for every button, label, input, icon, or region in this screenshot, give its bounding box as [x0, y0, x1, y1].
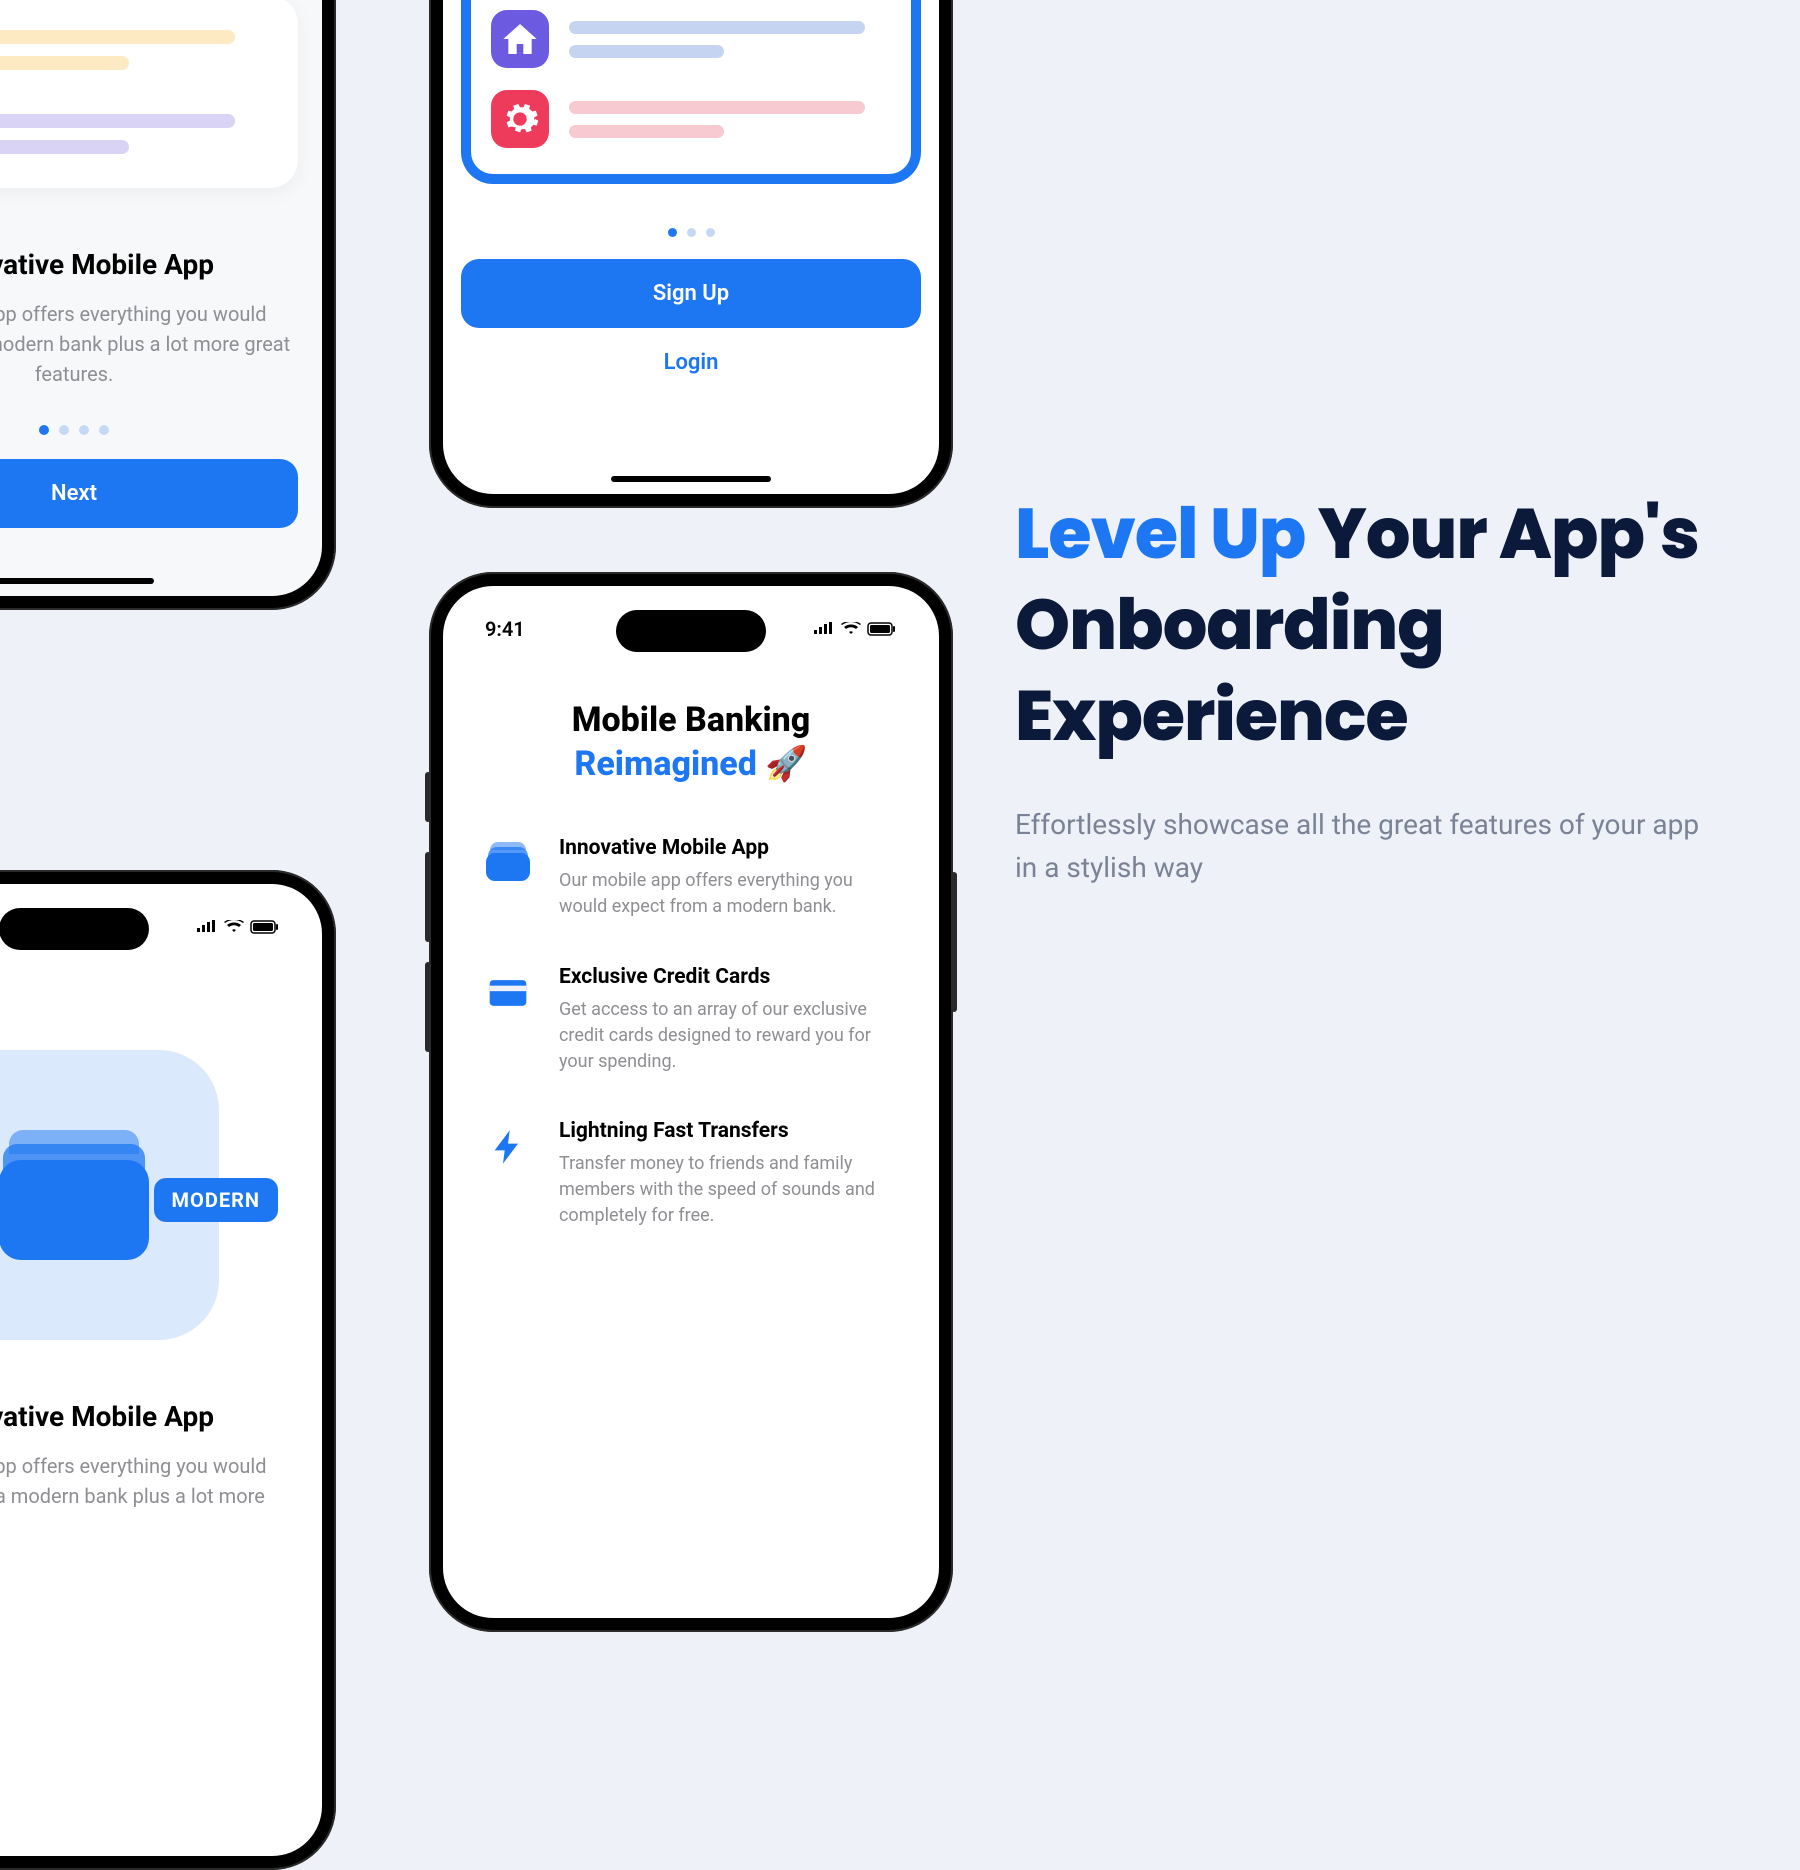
status-time: 9:41 — [485, 617, 525, 641]
modern-badge: MODERN — [154, 1178, 278, 1222]
placeholder-line — [0, 114, 235, 128]
feature-title: Exclusive Credit Cards — [559, 965, 899, 989]
feature-title: Innovative Mobile App — [559, 836, 899, 860]
feature-body: Our mobile app offers everything you wou… — [559, 868, 899, 920]
placeholder-line — [0, 56, 129, 70]
mockup-phone-4: 9:41 Mobile Banking Reimagined 🚀 — [429, 572, 953, 1632]
onboarding-card — [0, 0, 298, 188]
feature-title: Lightning Fast Transfers — [559, 1119, 899, 1143]
status-right — [813, 622, 897, 636]
wallet-icon — [0, 1130, 149, 1260]
placeholder-line — [0, 30, 235, 44]
feature-body: Get access to an array of our exclusive … — [559, 997, 899, 1075]
mockup-phone-1: Innovative Mobile App Our mobile app off… — [0, 0, 336, 610]
wallet-icon — [483, 836, 533, 920]
feature-body: Transfer money to friends and family mem… — [559, 1151, 899, 1229]
placeholder-line — [569, 21, 865, 34]
hero-subtitle: Effortlessly showcase all the great feat… — [1015, 803, 1715, 890]
signup-button[interactable]: Sign Up — [461, 259, 921, 328]
bolt-icon — [483, 1119, 533, 1229]
mockup-phone-2: Sign Up Login — [429, 0, 953, 508]
placeholder-line — [569, 45, 724, 58]
hero-title: Mobile Banking Reimagined 🚀 — [443, 698, 939, 786]
placeholder-line — [569, 125, 724, 138]
house-icon — [491, 10, 549, 68]
login-button[interactable]: Login — [461, 328, 921, 397]
hero-title-accent: Level Up — [1015, 484, 1305, 583]
gear-icon — [491, 90, 549, 148]
credit-card-icon — [483, 965, 533, 1075]
onboarding-heading: Innovative Mobile App — [0, 1400, 292, 1433]
onboarding-body: Our mobile app offers everything you wou… — [0, 1451, 292, 1511]
hero-title: Level Up Your App's Onboarding Experienc… — [1015, 488, 1715, 761]
mockup-phone-3: 9:41 MODERN Innovative Mobile App Our mo… — [0, 870, 336, 1870]
onboarding-body: Our mobile app offers everything you wou… — [0, 299, 292, 389]
next-button[interactable]: Next — [0, 459, 298, 528]
placeholder-line — [569, 101, 865, 114]
hero-text-block: Level Up Your App's Onboarding Experienc… — [1015, 488, 1715, 890]
title-line1: Mobile Banking — [443, 698, 939, 742]
onboarding-heading: Innovative Mobile App — [0, 248, 292, 281]
page-indicator — [0, 425, 322, 435]
page-indicator — [461, 228, 921, 237]
feature-item: Lightning Fast Transfers Transfer money … — [483, 1119, 899, 1229]
feature-item: Innovative Mobile App Our mobile app off… — [483, 836, 899, 920]
status-right — [196, 920, 280, 934]
feature-item: Exclusive Credit Cards Get access to an … — [483, 965, 899, 1075]
title-line2: Reimagined 🚀 — [443, 742, 939, 786]
placeholder-line — [0, 140, 129, 154]
